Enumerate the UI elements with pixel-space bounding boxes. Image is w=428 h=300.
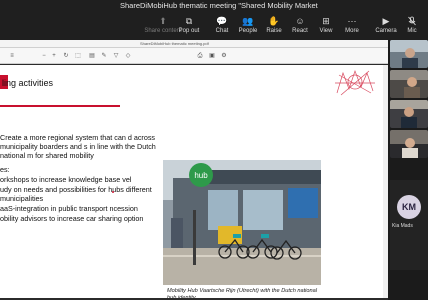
activity-item: aaS-integration in public transport nces… [0, 204, 138, 213]
pop-out-icon: ⧉ [185, 16, 193, 26]
mic-button[interactable]: Mic [399, 16, 425, 38]
mic-off-icon [399, 16, 425, 27]
print-icon[interactable]: ⎙ [196, 52, 204, 60]
activity-item: obility advisors to increase car sharing… [0, 214, 144, 223]
pdf-title-bar: ShareDiMobiHub thematic meeting.pdf [0, 40, 388, 48]
camera-icon: ▶ [382, 16, 390, 26]
participant-video[interactable] [390, 70, 428, 98]
save-icon[interactable]: ▣ [208, 52, 216, 60]
highlight-icon[interactable]: ▽ [112, 52, 120, 60]
participant-avatar-tile[interactable]: KM Kia Mads [390, 180, 428, 270]
activities-heading: es: [0, 165, 10, 174]
pop-out-button[interactable]: ⧉ Pop out [176, 16, 202, 38]
decorative-pattern-icon [335, 69, 375, 96]
slide-body: Create a more regional system that can d… [0, 133, 160, 224]
photo-caption: Mobility Hub Vaartsche Rijn (Utrecht) wi… [167, 288, 317, 298]
participant-video[interactable] [390, 40, 428, 68]
draw-icon[interactable]: ✎ [100, 52, 108, 60]
more-label: More [345, 28, 359, 34]
more-icon: ⋯ [347, 16, 357, 26]
mobility-hub-photo: hub [163, 160, 321, 285]
participant-video[interactable] [390, 130, 428, 158]
hub-sign: hub [194, 171, 208, 180]
page-view-icon[interactable]: ▤ [88, 52, 96, 60]
rotate-icon[interactable]: ↻ [62, 52, 70, 60]
title-underline [0, 105, 120, 107]
meeting-title: ShareDiMobiHub thematic meeting "Shared … [120, 1, 318, 10]
view-icon: ⊞ [322, 16, 330, 26]
raise-hand-icon: ✋ [268, 16, 280, 26]
laser-pointer [112, 191, 114, 193]
activity-item: orkshops to increase knowledge base vel [0, 175, 132, 184]
erase-icon[interactable]: ◇ [124, 52, 132, 60]
slide-intro: Create a more regional system that can d… [0, 133, 156, 160]
zoom-in-icon[interactable]: + [50, 52, 58, 60]
settings-icon[interactable]: ⚙ [220, 52, 228, 60]
pdf-filename: ShareDiMobiHub thematic meeting.pdf [140, 41, 209, 46]
meeting-toolbar: ShareDiMobiHub thematic meeting "Shared … [0, 0, 428, 40]
zoom-out-icon[interactable]: − [40, 52, 48, 60]
slide: ling activities Create a more regional s… [0, 65, 383, 298]
react-icon: ☺ [295, 16, 305, 26]
menu-icon[interactable]: ≡ [8, 52, 16, 60]
participant-name: Kia Mads [392, 223, 413, 229]
more-button[interactable]: ⋯ More [339, 16, 365, 38]
mic-label: Mic [407, 28, 417, 34]
slide-title: ling activities [2, 78, 54, 88]
chat-icon: 💬 [216, 16, 228, 26]
participant-video[interactable] [390, 100, 428, 128]
participant-strip: KM Kia Mads [388, 40, 428, 300]
fit-page-icon[interactable]: ⬚ [74, 52, 82, 60]
share-icon: ⬆ [159, 16, 167, 26]
people-icon: 👥 [242, 16, 254, 26]
shared-screen: ShareDiMobiHub thematic meeting.pdf ≡ − … [0, 40, 388, 300]
avatar: KM [397, 195, 421, 219]
pdf-toolbar: ≡ − + ↻ ⬚ ▤ ✎ ▽ ◇ ⎙ ▣ ⚙ [0, 48, 388, 64]
activity-item: udy on needs and possibilities for hubs … [0, 185, 152, 203]
